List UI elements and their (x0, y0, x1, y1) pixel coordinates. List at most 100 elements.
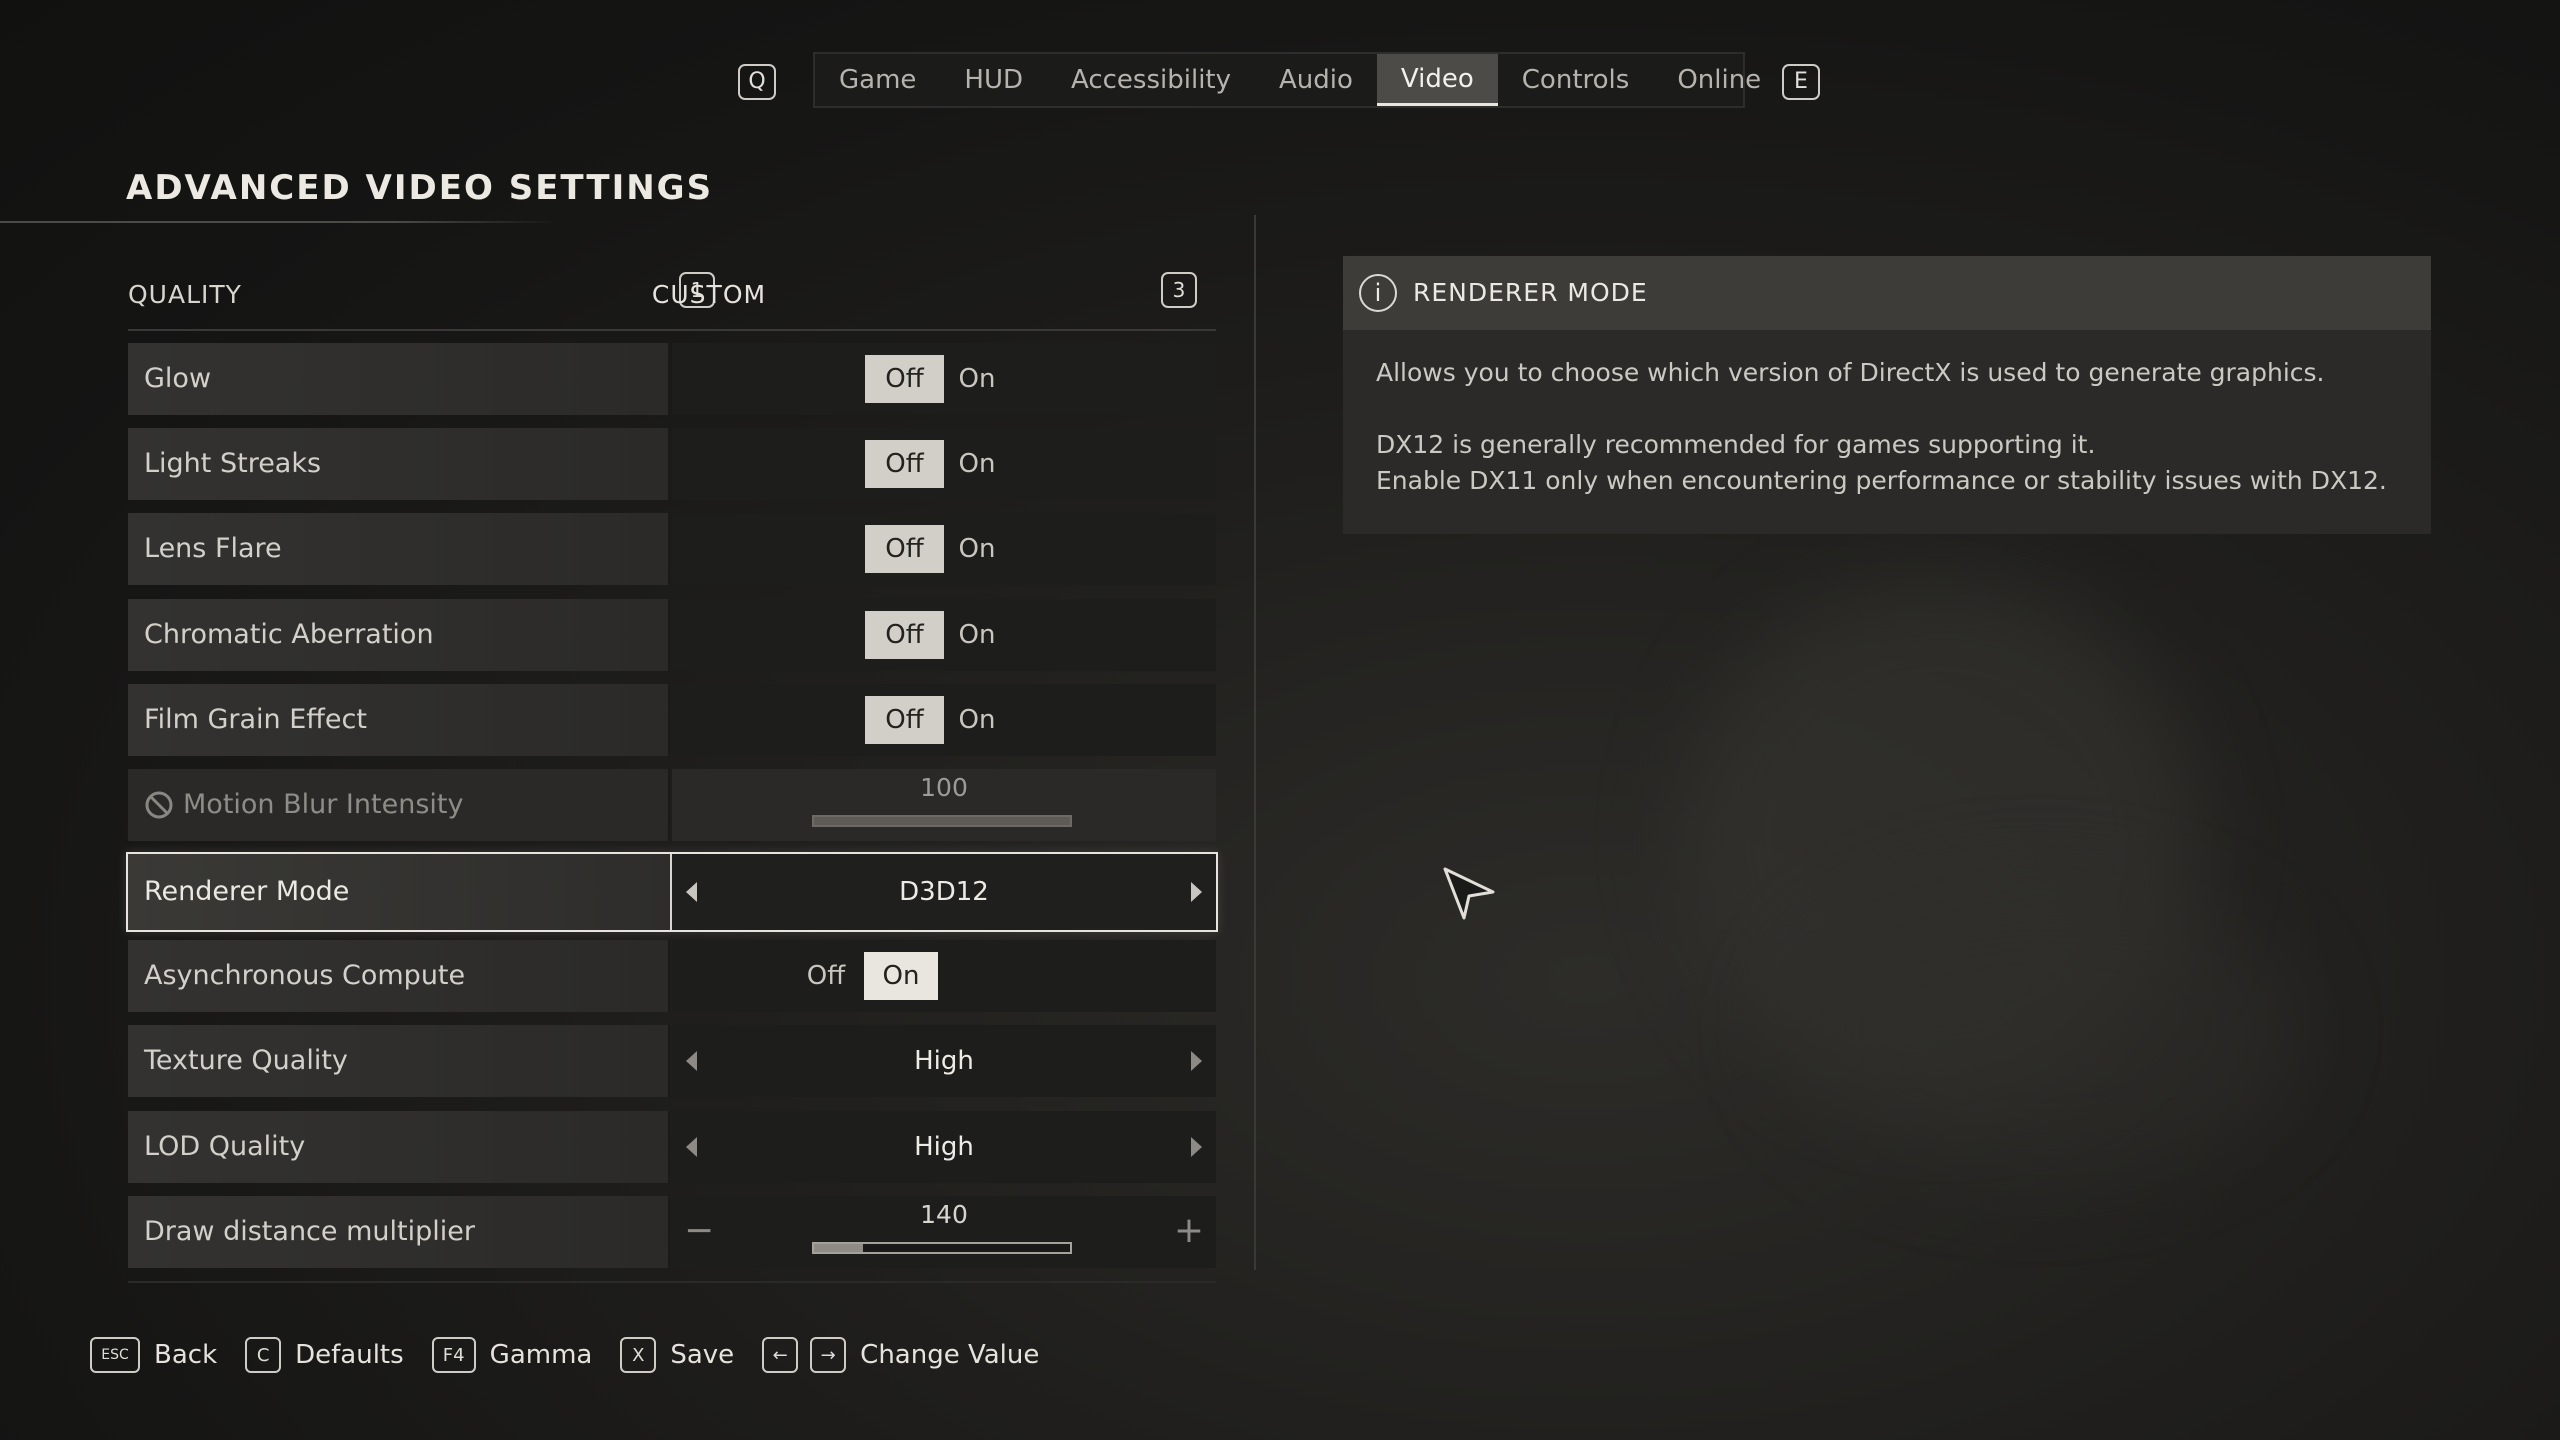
title-divider (0, 221, 560, 223)
next-tab-key[interactable]: E (1782, 64, 1820, 100)
mouse-cursor-icon (1443, 867, 1495, 920)
info-description: Allows you to choose which version of Di… (1376, 358, 2325, 387)
setting-label-cell: Asynchronous Compute (128, 940, 670, 1012)
toggle-off-option[interactable]: Off (865, 525, 944, 573)
setting-value-cell: Off On (672, 940, 1216, 1012)
save-button[interactable]: Save (670, 1340, 734, 1370)
list-bottom-rule (128, 1281, 1216, 1283)
setting-value-cell: High (672, 1111, 1216, 1183)
setting-row-draw-distance[interactable]: Draw distance multiplier − 140 + (128, 1196, 1216, 1268)
arrow-right-icon[interactable] (1191, 882, 1202, 902)
setting-label-cell: Lens Flare (128, 513, 670, 585)
arrow-right-key[interactable]: → (810, 1337, 847, 1373)
info-description: Enable DX11 only when encountering perfo… (1376, 466, 2387, 495)
toggle-off-option[interactable]: Off (865, 440, 944, 488)
setting-label-cell: Chromatic Aberration (128, 599, 670, 671)
setting-label: LOD Quality (144, 1131, 306, 1162)
slider-fill (814, 1244, 863, 1252)
setting-row-renderer-mode[interactable]: Renderer Mode D3D12 (126, 852, 1218, 932)
tab-controls[interactable]: Controls (1498, 54, 1654, 106)
quality-preset-row: QUALITY 1 CUSTOM 3 (128, 272, 1216, 328)
toggle-on-option[interactable]: On (944, 355, 1010, 403)
arrow-right-icon[interactable] (1191, 1137, 1202, 1157)
setting-value-cell: Off On (672, 599, 1216, 671)
slider-track[interactable] (812, 1242, 1072, 1254)
quality-label: QUALITY (128, 280, 242, 309)
quality-divider (128, 329, 1216, 331)
setting-label-cell: Renderer Mode (128, 854, 672, 930)
setting-row-glow[interactable]: Glow Off On (128, 343, 1216, 415)
setting-label: Light Streaks (144, 448, 322, 479)
gamma-button[interactable]: Gamma (490, 1340, 593, 1370)
setting-row-async-compute[interactable]: Asynchronous Compute Off On (128, 940, 1216, 1012)
setting-row-motion-blur: Motion Blur Intensity 100 (128, 769, 1216, 841)
tab-audio[interactable]: Audio (1255, 54, 1377, 106)
setting-value-cell: − 140 + (672, 1196, 1216, 1268)
setting-label-cell: Motion Blur Intensity (128, 769, 670, 841)
setting-label-cell: Film Grain Effect (128, 684, 670, 756)
toggle-on-option[interactable]: On (944, 696, 1010, 744)
select-value: High (914, 1046, 974, 1076)
toggle-off-option[interactable]: Off (865, 611, 944, 659)
background-shape (1780, 880, 2300, 1180)
info-panel: i RENDERER MODE Allows you to choose whi… (1343, 256, 2431, 534)
setting-label-cell: Glow (128, 343, 670, 415)
setting-label-cell: Texture Quality (128, 1025, 670, 1097)
setting-label: Texture Quality (144, 1045, 348, 1076)
slider-fill (814, 817, 1070, 825)
setting-value-cell: D3D12 (672, 854, 1216, 930)
setting-row-chromatic-aberration[interactable]: Chromatic Aberration Off On (128, 599, 1216, 671)
plus-icon[interactable]: + (1174, 1210, 1204, 1251)
toggle-on-option[interactable]: On (864, 952, 938, 1000)
setting-value-cell: Off On (672, 343, 1216, 415)
setting-row-light-streaks[interactable]: Light Streaks Off On (128, 428, 1216, 500)
toggle-off-option[interactable]: Off (788, 952, 864, 1000)
defaults-button[interactable]: Defaults (295, 1340, 404, 1370)
arrow-left-key[interactable]: ← (762, 1337, 799, 1373)
disabled-icon (145, 791, 173, 819)
info-description: DX12 is generally recommended for games … (1376, 430, 2096, 459)
setting-row-lens-flare[interactable]: Lens Flare Off On (128, 513, 1216, 585)
setting-value-cell: Off On (672, 684, 1216, 756)
toggle-off-option[interactable]: Off (865, 696, 944, 744)
c-key[interactable]: C (245, 1337, 282, 1373)
setting-value-cell: Off On (672, 513, 1216, 585)
setting-label: Renderer Mode (144, 876, 350, 907)
esc-key[interactable]: ESC (90, 1337, 140, 1373)
setting-label: Lens Flare (144, 533, 282, 564)
setting-row-texture-quality[interactable]: Texture Quality High (128, 1025, 1216, 1097)
arrow-right-icon[interactable] (1191, 1051, 1202, 1071)
toggle-on-option[interactable]: On (944, 440, 1010, 488)
toggle-off-option[interactable]: Off (865, 355, 944, 403)
select-value: D3D12 (899, 877, 989, 907)
tab-video[interactable]: Video (1376, 54, 1498, 106)
setting-label-cell: Draw distance multiplier (128, 1196, 670, 1268)
back-button[interactable]: Back (154, 1340, 217, 1370)
info-title: RENDERER MODE (1413, 278, 1648, 307)
setting-row-film-grain[interactable]: Film Grain Effect Off On (128, 684, 1216, 756)
setting-label: Motion Blur Intensity (183, 789, 464, 820)
setting-label: Film Grain Effect (144, 704, 367, 735)
tab-accessibility[interactable]: Accessibility (1047, 54, 1255, 106)
tab-bar: Game HUD Accessibility Audio Video Contr… (813, 52, 1761, 108)
setting-label: Glow (144, 363, 212, 394)
prev-tab-key[interactable]: Q (738, 64, 776, 100)
quality-next-key[interactable]: 3 (1161, 272, 1197, 308)
change-value-button[interactable]: Change Value (860, 1340, 1039, 1370)
panel-divider (1254, 215, 1256, 1270)
setting-value-cell: Off On (672, 428, 1216, 500)
info-header: i RENDERER MODE (1343, 256, 2431, 330)
f4-key[interactable]: F4 (431, 1337, 476, 1373)
setting-value-cell: 100 (672, 769, 1216, 841)
toggle-on-option[interactable]: On (944, 525, 1010, 573)
tab-game[interactable]: Game (815, 54, 940, 106)
setting-label: Asynchronous Compute (144, 960, 466, 991)
tab-hud[interactable]: HUD (940, 54, 1047, 106)
setting-row-lod-quality[interactable]: LOD Quality High (128, 1111, 1216, 1183)
toggle-on-option[interactable]: On (944, 611, 1010, 659)
x-key[interactable]: X (620, 1337, 657, 1373)
quality-value: CUSTOM (651, 280, 767, 309)
select-value: High (914, 1132, 974, 1162)
info-icon: i (1359, 274, 1397, 312)
tab-online[interactable]: Online (1653, 54, 1785, 106)
